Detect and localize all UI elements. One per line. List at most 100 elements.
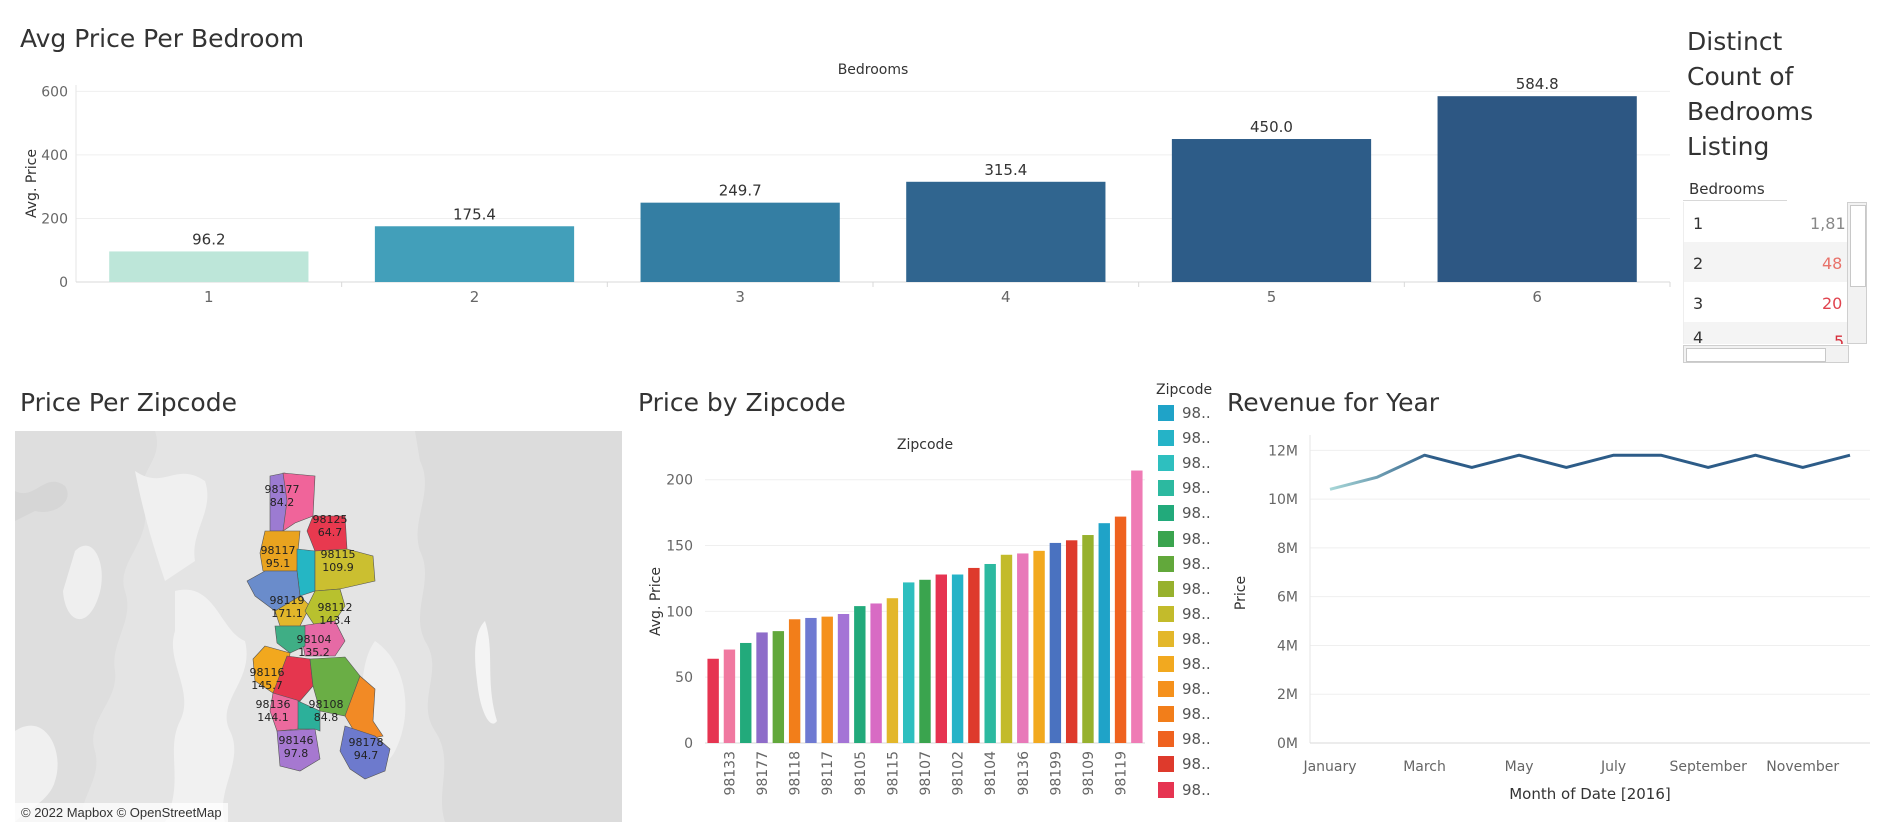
legend-swatch [1158,656,1174,672]
x-axis-title: Month of Date [2016] [1509,785,1671,803]
bar [951,574,964,743]
legend-label: 98.. [1182,554,1211,573]
table-row[interactable]: 2 48 [1684,242,1848,282]
x-tick-label: 1 [204,288,214,306]
map-zip-value: 109.9 [322,561,354,574]
x-axis-title: Zipcode [897,437,953,453]
x-tick-label: 98109 [1081,751,1097,796]
map-zip-code: 98178 [348,736,384,749]
legend-label: 98.. [1182,504,1211,523]
map-zip-code: 98115 [320,548,356,561]
map-zip-label: 98115 109.9 [318,548,358,574]
map-zip-value: 144.1 [257,711,289,724]
x-tick-label: September [1669,759,1747,775]
legend-swatch [1158,530,1174,547]
table-row[interactable]: 3 20 [1684,282,1848,322]
bar [109,251,309,282]
vertical-scrollbar[interactable] [1847,202,1867,344]
bar [374,226,575,282]
vertical-scrollbar-thumb[interactable] [1850,205,1866,287]
legend-swatch [1158,630,1174,647]
zipcode-legend[interactable]: Zipcode 98.. 98.. 98.. 98.. 98.. 98.. 98.. 98..… [1156,382,1216,832]
map-zip-code: 98119 [269,594,305,607]
map-zip-label: 98117 95.1 [258,544,298,570]
x-tick-label: 98104 [983,751,999,796]
map-zip-value: 171.1 [271,607,303,620]
y-tick-label: 150 [666,539,693,555]
x-tick-label: July [1600,759,1626,775]
map-zip-code: 98177 [264,483,300,496]
map-zip-value: 94.7 [353,749,379,762]
data-label: 249.7 [719,182,762,200]
legend-swatch [1158,681,1174,698]
y-tick-label: 0 [684,736,693,752]
y-tick-label: 50 [675,670,693,686]
bar [1171,139,1372,282]
y-axis-title: Avg. Price [24,149,40,218]
x-tick-label: 98105 [853,751,869,796]
legend-swatch [1158,706,1174,723]
bar [788,619,801,743]
map-labels: 98177 84.2 98125 64.7 98117 95.1 98115 109.9 981… [15,431,622,822]
map-zip-code: 98116 [249,666,285,679]
map-zip-value: 145.7 [251,679,283,692]
panel-title-revenue-for-year: Revenue for Year [1227,388,1440,417]
bar [919,579,931,743]
y-tick-label: 600 [41,84,68,100]
data-label: 315.4 [984,161,1027,179]
count-table[interactable]: Bedrooms 1 1,81 2 48 3 20 4 5 [1683,178,1869,368]
bar [984,563,996,743]
map-zip-code: 98104 [296,633,332,646]
panel-title-price-by-zipcode: Price by Zipcode [638,388,846,417]
revenue-line [1329,453,1851,491]
table-row[interactable]: 1 1,81 [1684,202,1848,242]
zipcode-map[interactable]: 98177 84.2 98125 64.7 98117 95.1 98115 109.9 981… [15,431,622,822]
x-tick-label: May [1505,759,1534,775]
y-tick-label: 2M [1277,687,1298,703]
bar [1131,470,1143,743]
data-label: 450.0 [1250,118,1293,136]
y-tick-label: 0 [59,275,68,291]
bar [1082,535,1094,743]
legend-swatch [1158,605,1174,622]
legend-swatch [1158,405,1174,421]
map-zip-value: 84.2 [269,496,295,509]
x-tick-label: 2 [470,288,480,306]
bar [707,658,719,743]
map-zip-code: 98125 [312,513,348,526]
map-zip-value: 64.7 [317,526,343,539]
bar [1000,554,1013,743]
x-axis-title: Bedrooms [838,62,909,78]
avg-price-per-bedroom-chart[interactable]: Bedrooms Avg. Price 0 200 400 600 96.2 1 175.4 2 2… [20,60,1680,370]
price-by-zipcode-chart[interactable]: Zipcode Avg. Price 0 50 100 150 200 98133 98177 9… [635,430,1155,830]
horizontal-scrollbar-thumb[interactable] [1686,348,1826,362]
title-line: Count of [1687,62,1794,91]
table-body: 1 1,81 2 48 3 20 4 5 [1683,202,1848,344]
bar [903,582,915,743]
legend-swatch [1158,781,1174,798]
legend-label: 98.. [1182,780,1211,799]
panel-title-avg-price-per-bedroom: Avg Price Per Bedroom [20,24,305,53]
map-zip-label: 98146 97.8 [276,734,316,760]
bar [1049,542,1062,743]
count-cell: 48 [1822,254,1843,273]
horizontal-scrollbar[interactable] [1683,345,1849,363]
bar [740,642,752,743]
legend-label: 98.. [1182,404,1211,422]
bar [1017,553,1029,743]
revenue-for-year-chart[interactable]: Price 0M 2M 4M 6M 8M 10M 12M January March May July… [1225,425,1875,825]
bar [906,181,1106,282]
table-row[interactable]: 4 5 [1684,322,1848,344]
title-line: Distinct [1687,27,1783,56]
map-zip-label: 98116 145.7 [247,666,287,692]
map-zip-value: 95.1 [265,557,291,570]
legend-swatch [1158,430,1174,447]
bar [821,616,833,743]
legend-label: 98.. [1182,479,1211,498]
map-zip-value: 84.8 [313,711,339,724]
bar [1033,550,1045,743]
map-zip-value: 97.8 [283,747,309,760]
map-zip-label: 98177 84.2 [262,483,302,509]
count-cell: 1,81 [1810,214,1846,233]
map-zip-label: 98112 143.4 [315,601,355,627]
